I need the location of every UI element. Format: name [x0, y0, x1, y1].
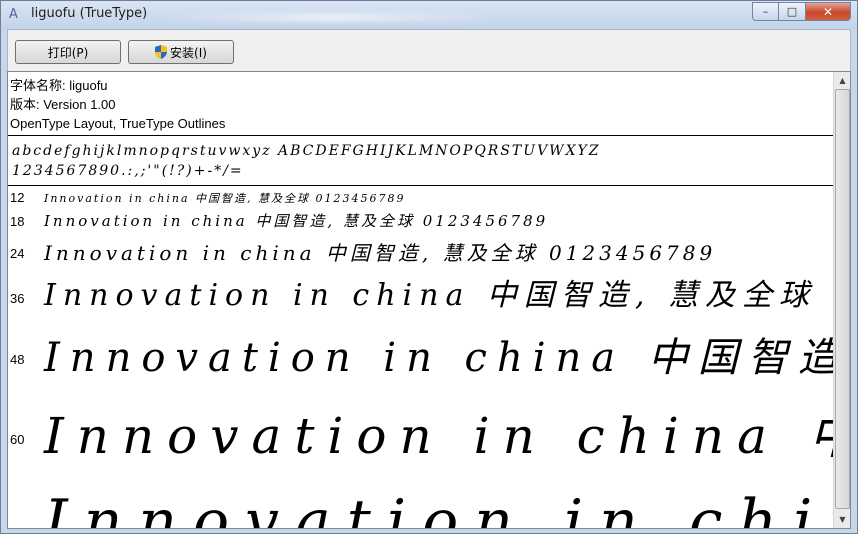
sample-row-12: 12 Innovation in china 中国智造, 慧及全球 012345…: [8, 188, 834, 206]
font-preview-pane[interactable]: 字体名称: liguofu 版本: Version 1.00 OpenType …: [7, 71, 851, 529]
font-version-line: 版本: Version 1.00: [10, 97, 116, 112]
font-viewer-icon: A: [9, 7, 18, 22]
size-label: 48: [10, 352, 25, 367]
install-button-label: 安装(I): [170, 45, 207, 60]
sample-text: Innovation in china 中国智造, 慧及全球 012345678…: [44, 335, 834, 381]
sample-row-48: 48 Innovation in china 中国智造, 慧及全球 012345…: [8, 319, 834, 383]
font-viewer-window: A liguofu (TrueType) – □ ✕ 打印(P) 安装(I) 字…: [0, 0, 858, 534]
sample-text: Innovation in china 中国智造, 慧及全球 012345678…: [44, 407, 834, 464]
sample-text: Innovation in china 中国智造, 慧及全球 012345678…: [44, 212, 549, 230]
divider: [8, 185, 834, 186]
title-glass-reflection: [161, 13, 501, 22]
charset-digits: 1234567890.:,;'"(!?)+-*/=: [12, 163, 244, 179]
sample-text: Innovation in china 中国智造, 慧及全球 012345678…: [44, 487, 834, 529]
install-button[interactable]: 安装(I): [128, 40, 234, 64]
font-outline-line: OpenType Layout, TrueType Outlines: [10, 116, 226, 131]
size-label: 12: [10, 190, 25, 205]
divider: [8, 135, 834, 136]
close-button[interactable]: ✕: [806, 2, 851, 21]
toolbar: 打印(P) 安装(I): [7, 29, 851, 71]
print-button[interactable]: 打印(P): [15, 40, 121, 64]
charset-letters: abcdefghijklmnopqrstuvwxyz ABCDEFGHIJKLM…: [12, 143, 601, 159]
title-bar[interactable]: A liguofu (TrueType) – □ ✕: [1, 1, 857, 29]
size-label: 24: [10, 246, 25, 261]
scroll-thumb[interactable]: [835, 89, 850, 509]
sample-row-36: 36 Innovation in china 中国智造, 慧及全球 012345…: [8, 268, 834, 318]
sample-text: Innovation in china 中国智造, 慧及全球 012345678…: [44, 192, 406, 205]
sample-row-72: Innovation in china 中国智造, 慧及全球 012345678…: [8, 467, 834, 529]
uac-shield-icon: [155, 45, 168, 59]
minimize-icon: –: [762, 5, 769, 18]
close-icon: ✕: [822, 4, 834, 19]
size-label: 60: [10, 432, 25, 447]
maximize-button[interactable]: □: [779, 2, 806, 21]
sample-text: Innovation in china 中国智造, 慧及全球 012345678…: [44, 278, 834, 313]
sample-text: Innovation in china 中国智造, 慧及全球 012345678…: [44, 241, 717, 265]
window-title: liguofu (TrueType): [31, 6, 148, 21]
print-button-label: 打印(P): [47, 45, 89, 60]
scroll-down-arrow-icon[interactable]: ▼: [835, 512, 850, 527]
scroll-up-arrow-icon[interactable]: ▲: [835, 73, 850, 88]
sample-row-60: 60 Innovation in china 中国智造, 慧及全球 012345…: [8, 384, 834, 464]
vertical-scrollbar[interactable]: ▲ ▼: [833, 72, 850, 528]
maximize-icon: □: [786, 5, 798, 18]
sample-row-18: 18 Innovation in china 中国智造, 慧及全球 012345…: [8, 209, 834, 233]
size-label: 36: [10, 291, 25, 306]
minimize-button[interactable]: –: [752, 2, 779, 21]
caption-buttons: – □ ✕: [752, 2, 851, 22]
font-info: 字体名称: liguofu 版本: Version 1.00 OpenType …: [10, 76, 225, 133]
size-label: 18: [10, 214, 25, 229]
font-name-line: 字体名称: liguofu: [10, 78, 108, 93]
sample-row-24: 24 Innovation in china 中国智造, 慧及全球 012345…: [8, 235, 834, 267]
